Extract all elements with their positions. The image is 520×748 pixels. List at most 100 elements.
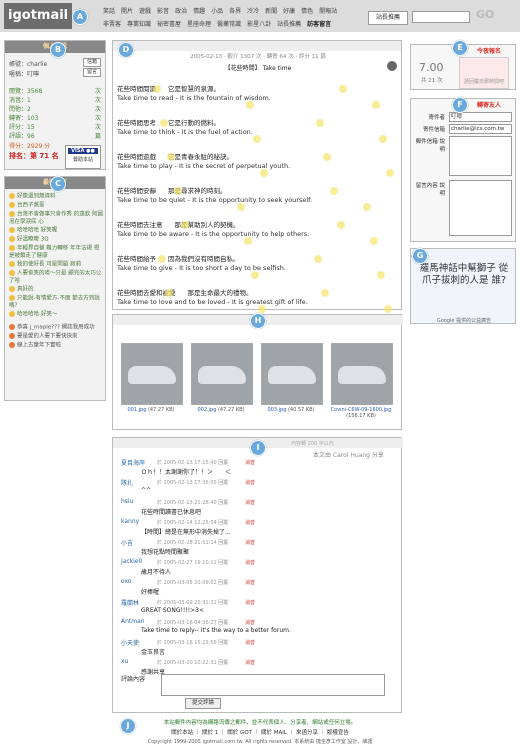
latest-item[interactable]: 哈哈哈哈-好笑～ [9, 311, 103, 319]
comment-author[interactable]: 羅蘭林 [121, 598, 139, 607]
attachment-name[interactable]: 001.jpg [128, 407, 147, 413]
marker-g: G [412, 248, 428, 264]
latest-item[interactable]: 台西子蒸豪 [9, 202, 103, 210]
attachment-name[interactable]: 002.jpg [198, 407, 217, 413]
nav-top-item[interactable]: 影音 [157, 8, 169, 15]
latest-item-text[interactable]: 我的使好長 可是問題 寂莉 [17, 262, 81, 268]
comment-mute-link[interactable]: 消音 [245, 499, 255, 506]
latest-item[interactable]: 哈哈哈哈 好笑喔 [9, 227, 103, 235]
nav-bottom-item[interactable]: 醫藥常識 [217, 21, 241, 28]
calendar-widget[interactable]: 請回覆非那時間吧 [459, 57, 509, 89]
latest-item-text[interactable]: 真好的 [17, 287, 34, 293]
attachment-thumbnail[interactable] [261, 343, 323, 405]
attachment-thumbnail[interactable] [121, 343, 183, 405]
latest-extra-item[interactable]: 恭喜 j_maple??? 網誌我用成功 [9, 324, 103, 332]
comment-meta: 於 2005-02-13 17:15:40 回覆 [157, 460, 229, 466]
latest-item-text[interactable]: 好溫瞭曖 3Q [17, 237, 49, 243]
nav-top-item[interactable]: 情趣 [193, 8, 205, 15]
nav-bottom-item[interactable]: 訪客留言 [307, 21, 331, 28]
comment-author[interactable]: xu [121, 658, 128, 665]
marker-h: H [250, 313, 266, 329]
comment-mute-link[interactable]: 消音 [245, 619, 255, 626]
email-input[interactable]: charlie@ics.com.tw [449, 124, 512, 134]
nav-top-item[interactable]: 笑話 [103, 8, 115, 15]
nav-top-item[interactable]: 好康 [283, 8, 295, 15]
nav-top-item[interactable]: 新聞 [265, 8, 277, 15]
comment-mute-link[interactable]: 消音 [245, 639, 255, 646]
latest-item-text[interactable]: 台灣不會做事只會作秀 的遠欽 阿國泡在學淚底 心 [9, 212, 103, 225]
comment-author[interactable]: 夏目海岸 [121, 458, 145, 467]
comment-mute-link[interactable]: 消音 [245, 539, 255, 546]
comment-author[interactable]: jackie0 [121, 558, 142, 565]
search-input[interactable] [412, 11, 470, 23]
go-button[interactable]: GO [476, 8, 494, 21]
comment-mute-link[interactable]: 消音 [245, 579, 255, 586]
latest-item-text[interactable]: 好像還到無資料 [17, 194, 56, 200]
nav-bottom-item[interactable]: 站長推薦 [277, 21, 301, 28]
comment-meta: 於 2005-03-16 15:23:56 回覆 [157, 640, 229, 646]
nav-bottom-item[interactable]: 非賣客 [103, 21, 121, 28]
sender-input[interactable]: 叮嚀 [449, 112, 512, 122]
latest-item-text[interactable]: 人要會笑的唉～只是 顧完的太巧公了哈 [9, 271, 101, 284]
comment-author[interactable]: 小吉 [121, 538, 133, 547]
latest-item[interactable]: 好溫瞭曖 3Q [9, 236, 103, 244]
comment-author[interactable]: kanny [121, 518, 139, 525]
nav-bottom-item[interactable]: 專業知識 [127, 21, 151, 28]
nickname-message-button[interactable]: 留言 [83, 68, 101, 77]
footer-links[interactable]: 關於本站 ｜ 關於 1 ｜ 關於 GOT ｜ 關於 MAIL ｜ 來函分享 ｜ … [0, 728, 520, 736]
nav-top-item[interactable]: 各界 [229, 8, 241, 15]
nav-top-item[interactable]: 遊戲 [139, 8, 151, 15]
msg-textarea[interactable] [449, 180, 512, 236]
nav-bottom-item[interactable]: 影星八卦 [247, 21, 271, 28]
comment-mute-link[interactable]: 消音 [245, 519, 255, 526]
site-logo[interactable]: igotmail [4, 3, 72, 29]
nav-bottom-item[interactable]: 祕密書屋 [157, 21, 181, 28]
attachment-thumbnail[interactable] [331, 343, 393, 405]
comment-mute-link[interactable]: 消音 [245, 479, 255, 486]
site-recommend-select[interactable]: 站長推薦 [368, 11, 408, 25]
latest-item-text[interactable]: 台西子蒸豪 [17, 203, 45, 209]
nav-top-item[interactable]: 情色 [301, 8, 313, 15]
latest-item[interactable]: 好像還到無資料 [9, 193, 103, 201]
latest-item-text[interactable]: 只能說-有情愛方-不面 節去方到說嗎？ [9, 296, 100, 309]
latest-extra-item[interactable]: 要是愛的人要下要快快來 [9, 333, 103, 341]
attachment-thumbnail[interactable] [191, 343, 253, 405]
car-image [198, 366, 246, 384]
latest-item-text[interactable]: 哈哈哈哈-好笑～ [17, 312, 58, 318]
submit-comment-button[interactable]: 提交評論 [185, 698, 221, 709]
comment-mute-link[interactable]: 消音 [245, 659, 255, 666]
comment-mute-link[interactable]: 消音 [245, 559, 255, 566]
latest-extra-text[interactable]: 線上古童年下實啦 [17, 343, 61, 349]
comment-author[interactable]: 小天使 [121, 638, 139, 647]
comment-author[interactable]: hsiu [121, 498, 133, 505]
latest-extra-text[interactable]: 恭喜 j_maple??? 網誌我用成功 [17, 325, 95, 331]
comment-mute-link[interactable]: 消音 [245, 459, 255, 466]
latest-item[interactable]: 台灣不會做事只會作秀 的遠欽 阿國泡在學淚底 心 [9, 211, 103, 226]
comment-author[interactable]: 隊扎 [121, 478, 133, 487]
latest-item-text[interactable]: 哈哈哈哈 好笑喔 [17, 228, 57, 234]
nav-top-item[interactable]: 小品 [211, 8, 223, 15]
nav-top-item[interactable]: 開報站 [319, 8, 337, 15]
account-mail-button[interactable]: 信箱 [83, 58, 101, 67]
nav-top-item[interactable]: 冷冷 [247, 8, 259, 15]
latest-extra-item[interactable]: 線上古童年下實啦 [9, 342, 103, 350]
speaker-icon[interactable] [387, 61, 397, 71]
nav-top-item[interactable]: 政治 [175, 8, 187, 15]
latest-item[interactable]: 人要會笑的唉～只是 顧完的太巧公了哈 [9, 270, 103, 285]
to-textarea[interactable] [449, 136, 512, 176]
ad-text[interactable]: 羅馬神話中幫獅子 從爪子拔刺的人是 誰? [417, 263, 511, 287]
comment-author[interactable]: Antman [121, 618, 145, 625]
latest-item[interactable]: 年輕界自餐 難力轉移 年年法規 視是被鎖走了健康 [9, 245, 103, 260]
latest-item[interactable]: 真好的 [9, 286, 103, 294]
latest-item[interactable]: 我的使好長 可是問題 寂莉 [9, 261, 103, 269]
latest-item-text[interactable]: 年輕界自餐 難力轉移 年年法規 視是被鎖走了健康 [9, 246, 99, 259]
attachment-name[interactable]: 003.jpg [268, 407, 287, 413]
nav-bottom-item[interactable]: 星座命理 [187, 21, 211, 28]
paypal-donate-button[interactable]: VISA ●● 贊助本站 [65, 145, 101, 169]
comment-author[interactable]: oxo [121, 578, 132, 585]
comment-mute-link[interactable]: 消音 [245, 599, 255, 606]
nav-top-item[interactable]: 開片 [121, 8, 133, 15]
latest-extra-text[interactable]: 要是愛的人要下要快快來 [17, 334, 78, 340]
reply-textarea[interactable] [161, 674, 385, 696]
latest-item[interactable]: 只能說-有情愛方-不面 節去方到說嗎？ [9, 295, 103, 310]
